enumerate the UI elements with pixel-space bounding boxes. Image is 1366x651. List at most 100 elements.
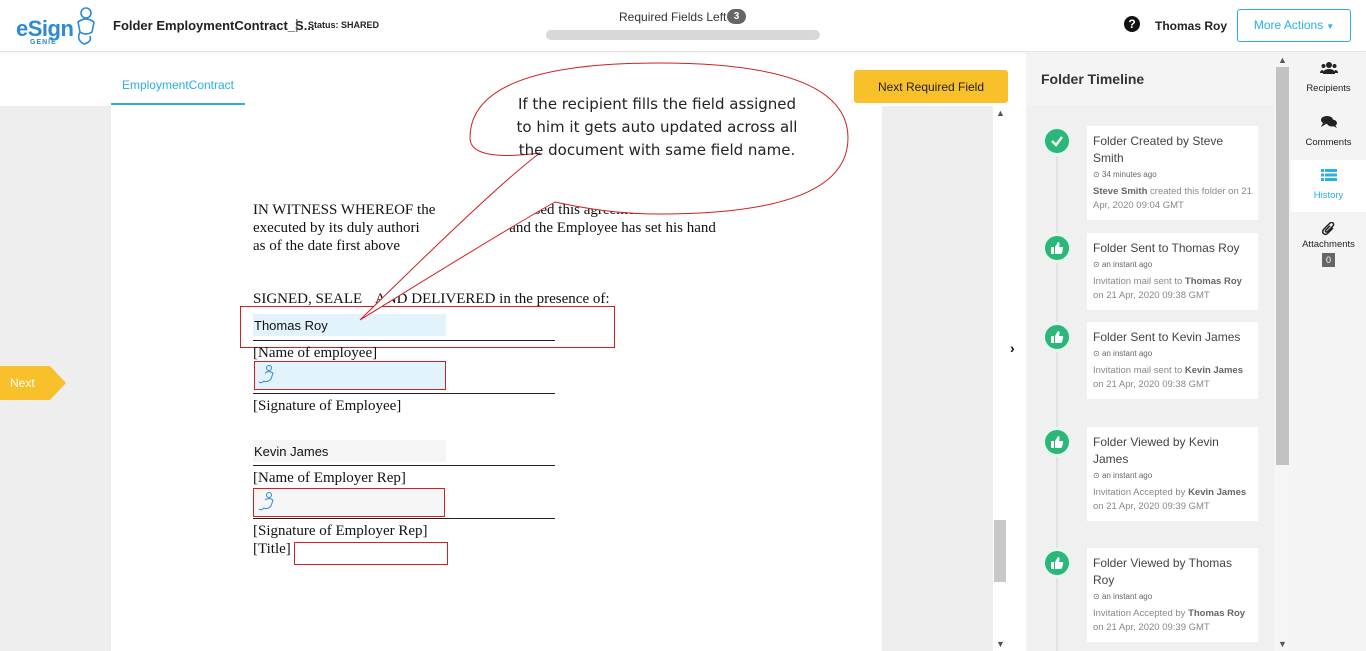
scroll-down-icon[interactable]: ▼ xyxy=(996,639,1005,649)
next-required-field-button[interactable]: Next Required Field xyxy=(854,70,1008,103)
event-description: Invitation mail sent to Kevin James on 2… xyxy=(1093,364,1252,392)
thumbs-up-icon xyxy=(1042,322,1072,352)
signature-genie-icon xyxy=(258,365,274,384)
name-of-employee-label: [Name of employee] xyxy=(253,345,378,361)
event-time-text: an instant ago xyxy=(1101,592,1153,601)
event-desc-text: on 21 Apr, 2020 09:38 GMT xyxy=(1093,290,1210,301)
callout-text: If the recipient fills the field assigne… xyxy=(516,95,798,159)
thumbs-up-icon xyxy=(1042,427,1072,457)
check-icon xyxy=(1042,126,1072,156)
rail-item-history[interactable]: History xyxy=(1291,160,1366,212)
rail-label: History xyxy=(1313,190,1344,201)
title-label: [Title] xyxy=(253,541,291,557)
employer-signature-required-border xyxy=(253,488,445,517)
event-pre-text: Invitation mail sent to xyxy=(1093,365,1183,376)
event-time-text: an instant ago xyxy=(1101,349,1153,358)
event-description: Invitation Accepted by Thomas Roy on 21 … xyxy=(1093,607,1252,635)
employer-signature-underline xyxy=(253,518,555,519)
signature-genie-icon xyxy=(258,492,274,511)
event-time: ⊙ an instant ago xyxy=(1093,349,1153,358)
event-time: ⊙ an instant ago xyxy=(1093,471,1153,480)
rail-label: Comments xyxy=(1305,137,1352,148)
event-time-text: an instant ago xyxy=(1101,471,1153,480)
title-field[interactable] xyxy=(294,542,448,565)
comments-icon xyxy=(1320,116,1337,128)
event-title: Folder Created by Steve Smith xyxy=(1093,134,1224,165)
event-actor: Thomas Roy xyxy=(1184,276,1242,287)
timeline-scrollbar[interactable]: ▲ ▼ xyxy=(1274,53,1291,651)
event-pre-text: Invitation Accepted by xyxy=(1093,608,1186,619)
event-desc-text: on 21 Apr, 2020 09:39 GMT xyxy=(1093,501,1210,512)
employer-name-underline xyxy=(253,465,555,466)
signature-of-employee-label: [Signature of Employee] xyxy=(253,398,402,414)
caret-down-icon: ▼ xyxy=(1326,22,1335,31)
timeline-event-card: Folder Created by Steve Smith ⊙ 34 minut… xyxy=(1087,126,1258,220)
header-separator: | xyxy=(295,16,299,32)
required-fields-progress-bar xyxy=(546,30,820,40)
event-desc-text: on 21 Apr, 2020 09:39 GMT xyxy=(1093,622,1210,633)
thumbs-up-icon xyxy=(1042,233,1072,263)
users-icon xyxy=(1319,62,1338,74)
collapse-panel-chevron-icon[interactable]: › xyxy=(1010,340,1015,356)
thumbs-up-icon xyxy=(1042,548,1072,578)
folder-title: Folder EmploymentContract_S... xyxy=(113,18,315,33)
user-name: Thomas Roy xyxy=(1155,19,1228,33)
event-title: Folder Sent to Thomas Roy xyxy=(1093,241,1240,255)
rail-item-attachments[interactable]: Attachments 0 xyxy=(1291,214,1366,280)
next-field-tag[interactable]: Next xyxy=(0,366,66,400)
event-description: Invitation Accepted by Kevin James on 21… xyxy=(1093,486,1252,514)
event-description: Steve Smith created this folder on 21 Ap… xyxy=(1093,185,1252,213)
rail-label: Attachments xyxy=(1302,239,1355,250)
logo-subtext: GENIE xyxy=(30,39,57,46)
required-fields-label: Required Fields Left xyxy=(619,10,727,24)
paperclip-icon xyxy=(1321,222,1334,236)
next-tag-label: Next xyxy=(10,376,35,390)
employee-signature-underline xyxy=(253,393,555,394)
rail-item-recipients[interactable]: Recipients xyxy=(1291,53,1366,105)
attachments-count-badge: 0 xyxy=(1322,253,1335,267)
event-actor: Steve Smith xyxy=(1093,186,1148,197)
document-scroll-thumb[interactable] xyxy=(994,520,1006,582)
event-pre-text: Invitation mail sent to xyxy=(1093,276,1183,287)
more-actions-label: More Actions xyxy=(1253,18,1324,32)
tab-employment-contract[interactable]: EmploymentContract xyxy=(111,72,245,105)
event-time: ⊙ an instant ago xyxy=(1093,592,1153,601)
timeline-event-card: Folder Viewed by Thomas Roy ⊙ an instant… xyxy=(1087,548,1258,642)
app-header: eSign GENIE Folder EmploymentContract_S.… xyxy=(0,0,1366,52)
esign-genie-logo[interactable]: eSign GENIE xyxy=(14,6,100,48)
employer-name-value: Kevin James xyxy=(254,444,329,459)
document-scrollbar[interactable]: ▲ ▼ xyxy=(993,106,1007,651)
event-pre-text: Invitation Accepted by xyxy=(1093,487,1186,498)
employee-name-underline xyxy=(253,340,555,341)
genie-mascot-icon xyxy=(77,7,95,45)
scroll-down-icon[interactable]: ▼ xyxy=(1278,639,1287,649)
event-time-text: an instant ago xyxy=(1101,260,1153,269)
folder-timeline-panel: Folder Timeline Folder Created by Steve … xyxy=(1026,53,1274,651)
folder-status: Status: SHARED xyxy=(308,20,380,30)
event-time: ⊙ 34 minutes ago xyxy=(1093,170,1157,179)
employee-signature-required-border xyxy=(254,361,446,390)
event-title: Folder Viewed by Thomas Roy xyxy=(1093,556,1232,587)
timeline-event-card: Folder Sent to Kevin James ⊙ an instant … xyxy=(1087,322,1258,399)
event-time: ⊙ an instant ago xyxy=(1093,260,1153,269)
right-icon-rail: Recipients Comments History Attachments … xyxy=(1291,53,1366,651)
signature-of-employer-rep-label: [Signature of Employer Rep] xyxy=(253,523,428,539)
event-time-text: 34 minutes ago xyxy=(1101,170,1157,179)
list-icon xyxy=(1320,169,1337,181)
name-of-employer-rep-label: [Name of Employer Rep] xyxy=(253,470,406,486)
rail-item-comments[interactable]: Comments xyxy=(1291,107,1366,159)
event-title: Folder Viewed by Kevin James xyxy=(1093,435,1219,466)
event-description: Invitation mail sent to Thomas Roy on 21… xyxy=(1093,275,1252,303)
help-icon[interactable]: ? xyxy=(1124,16,1140,32)
timeline-event-card: Folder Sent to Thomas Roy ⊙ an instant a… xyxy=(1087,233,1258,310)
timeline-scroll-thumb[interactable] xyxy=(1276,67,1289,465)
timeline-title: Folder Timeline xyxy=(1041,71,1145,87)
required-fields-count-badge: 3 xyxy=(727,9,746,24)
more-actions-button[interactable]: More Actions ▼ xyxy=(1237,9,1351,42)
scroll-up-icon[interactable]: ▲ xyxy=(1278,55,1287,65)
rail-label: Recipients xyxy=(1306,83,1351,94)
timeline-event-card: Folder Viewed by Kevin James ⊙ an instan… xyxy=(1087,427,1258,521)
event-actor: Kevin James xyxy=(1188,487,1247,498)
scroll-up-icon[interactable]: ▲ xyxy=(996,108,1005,118)
event-actor: Thomas Roy xyxy=(1188,608,1246,619)
